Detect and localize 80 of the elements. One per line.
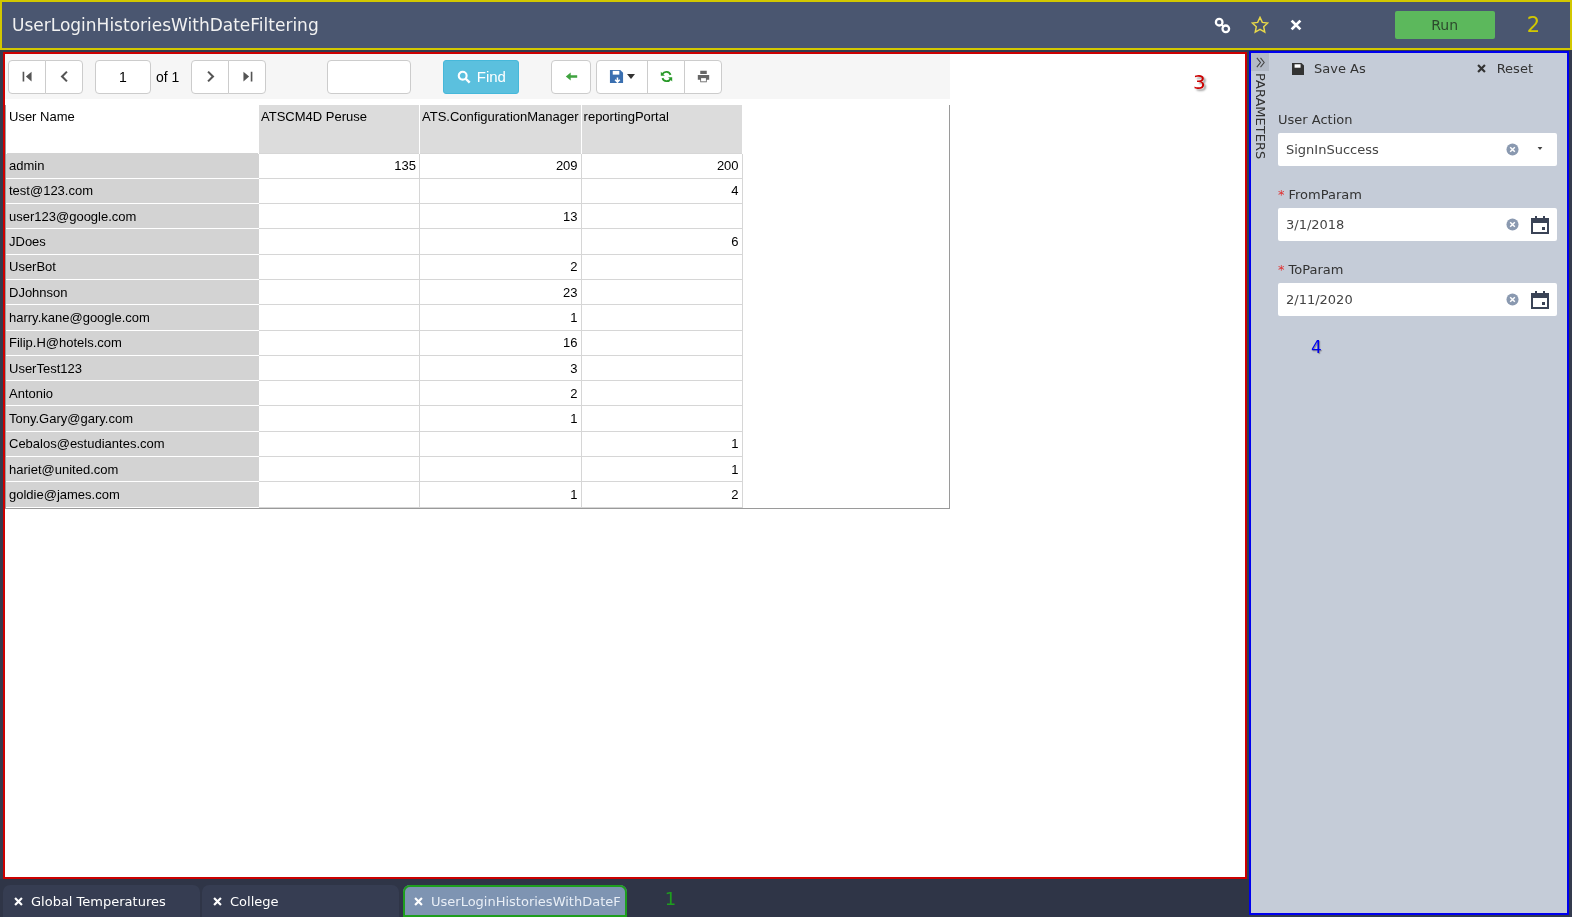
- print-icon: [696, 70, 710, 83]
- table-cell: 1: [581, 456, 743, 482]
- close-icon[interactable]: [212, 895, 223, 907]
- double-chevron-icon[interactable]: [1254, 56, 1266, 68]
- caret-down-icon: [627, 74, 636, 79]
- row-header-cell: test@123.com: [6, 178, 259, 204]
- annotation-number: 4: [1311, 337, 1322, 357]
- row-header-cell: DJohnson: [6, 279, 259, 305]
- date-field[interactable]: 3/1/2018: [1278, 208, 1557, 241]
- annotation-number: 1: [664, 887, 677, 909]
- page-count: of 1: [156, 68, 180, 85]
- close-icon: [1475, 63, 1487, 74]
- annotation-number: 3: [1193, 70, 1206, 94]
- table-cell: 1: [419, 481, 582, 508]
- dropdown-field[interactable]: SignInSuccess: [1278, 133, 1557, 166]
- row-header-cell: UserBot: [6, 254, 259, 280]
- field-label: User Action: [1278, 112, 1353, 127]
- row-header-cell: Cebalos@estudiantes.com: [6, 431, 259, 457]
- table-cell: 1: [419, 405, 582, 432]
- refresh-button[interactable]: [647, 59, 686, 94]
- column-header: ATS.ConfigurationManager: [419, 105, 582, 153]
- export-button[interactable]: [596, 59, 649, 94]
- star-icon[interactable]: [1250, 16, 1269, 34]
- row-header-cell: Antonio: [6, 380, 259, 406]
- date-field[interactable]: 2/11/2020: [1278, 283, 1557, 316]
- row-header-cell: hariet@united.com: [6, 456, 259, 482]
- table-cell: 2: [419, 380, 582, 406]
- table-cell: 135: [258, 153, 420, 179]
- row-header-cell: Tony.Gary@gary.com: [6, 405, 259, 432]
- table-cell: 3: [419, 355, 582, 381]
- save-as-button[interactable]: Save As: [1292, 61, 1366, 76]
- row-header-cell: admin: [6, 153, 259, 179]
- table-cell: 13: [419, 203, 582, 229]
- table-cell: 1: [419, 304, 582, 331]
- table-cell: 2: [419, 254, 582, 280]
- close-icon[interactable]: [1288, 18, 1303, 32]
- required-mark: *: [1278, 262, 1285, 277]
- refresh-icon: [659, 70, 673, 83]
- row-header-cell: goldie@james.com: [6, 481, 259, 508]
- row-header-cell: JDoes: [6, 228, 259, 255]
- clear-icon[interactable]: [1506, 218, 1519, 231]
- run-button[interactable]: Run: [1394, 11, 1495, 39]
- search-field[interactable]: [327, 59, 412, 94]
- first-page-button[interactable]: [8, 59, 46, 94]
- print-button[interactable]: [684, 59, 723, 94]
- table-cell: 23: [419, 279, 582, 305]
- column-header: ATSCM4D Peruse: [258, 105, 420, 153]
- annotation-number: 2: [1526, 13, 1540, 37]
- row-header-cell: UserTest123: [6, 355, 259, 381]
- window-title: UserLoginHistoriesWithDateFiltering: [11, 15, 320, 35]
- field-label: ToParam: [1288, 262, 1344, 277]
- back-icon: [564, 70, 578, 83]
- search-icon: [456, 69, 471, 84]
- link-icon[interactable]: [1213, 16, 1231, 34]
- clear-icon[interactable]: [1506, 143, 1519, 156]
- row-header-cell: harry.kane@google.com: [6, 304, 259, 331]
- calendar-icon[interactable]: [1531, 290, 1549, 309]
- table-cell: 209: [419, 153, 582, 179]
- column-header: reportingPortal: [581, 105, 743, 153]
- clear-icon[interactable]: [1506, 293, 1519, 306]
- document-tab[interactable]: College: [202, 885, 399, 917]
- last-page-button[interactable]: [228, 59, 267, 94]
- last-page-icon: [240, 70, 254, 83]
- close-icon[interactable]: [13, 895, 24, 907]
- table-cell: 2: [581, 481, 743, 508]
- required-mark: *: [1278, 187, 1285, 202]
- reset-button[interactable]: Reset: [1475, 61, 1533, 76]
- field-label: FromParam: [1288, 187, 1362, 202]
- page-number-field[interactable]: 1: [95, 59, 151, 94]
- row-header-cell: Filip.H@hotels.com: [6, 330, 259, 356]
- first-page-icon: [20, 70, 34, 83]
- calendar-icon[interactable]: [1531, 215, 1549, 234]
- table-cell: 6: [581, 228, 743, 255]
- table-cell: 16: [419, 330, 582, 356]
- table-cell: 200: [581, 153, 743, 179]
- table-cell: 1: [581, 431, 743, 457]
- row-header-cell: user123@google.com: [6, 203, 259, 229]
- document-tab[interactable]: Global Temperatures: [3, 885, 200, 917]
- table-cell: 4: [581, 178, 743, 204]
- panel-tab-label[interactable]: PARAMETERS: [1252, 73, 1268, 160]
